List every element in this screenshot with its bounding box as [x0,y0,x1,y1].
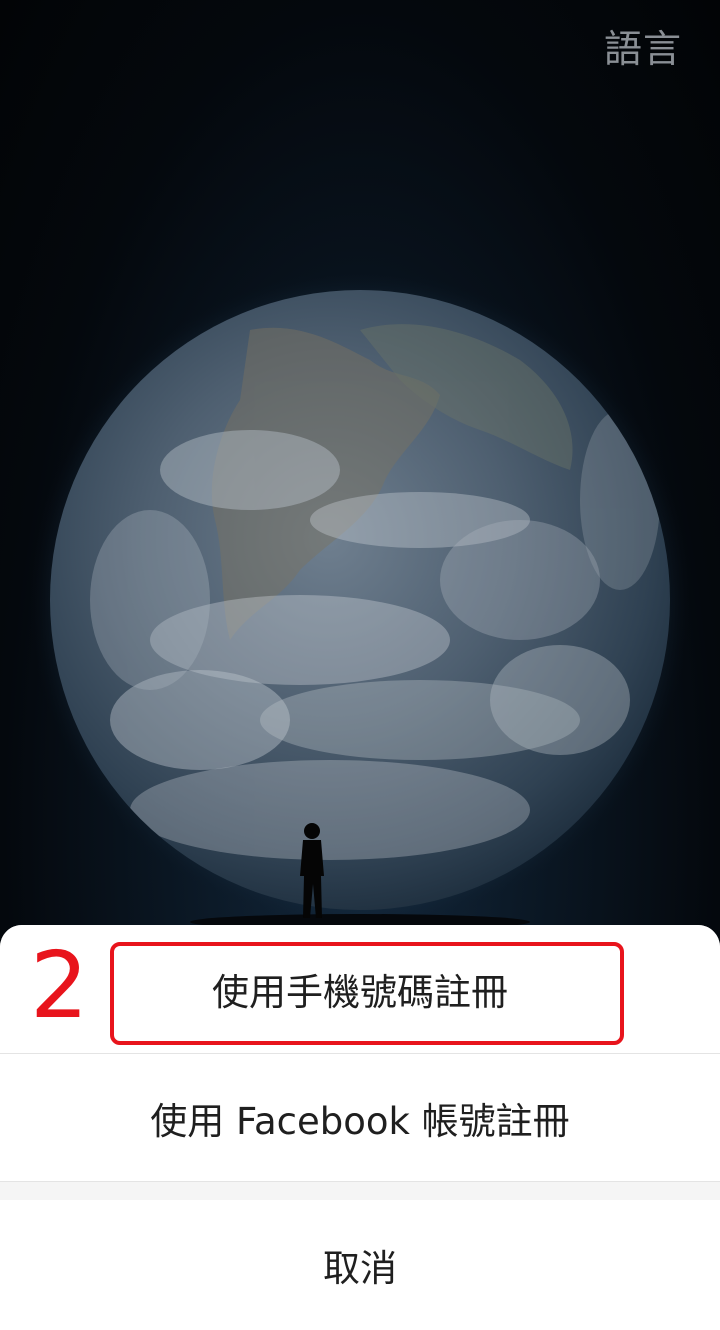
earth-illustration [30,270,690,930]
cancel-button[interactable]: 取消 [0,1200,720,1330]
action-sheet: 使用手機號碼註冊 使用 Facebook 帳號註冊 取消 [0,925,720,1330]
register-with-facebook-button[interactable]: 使用 Facebook 帳號註冊 [0,1054,720,1182]
language-button[interactable]: 語言 [604,18,682,73]
cancel-label: 取消 [323,1247,397,1290]
register-with-facebook-label: 使用 Facebook 帳號註冊 [150,1099,570,1143]
register-with-phone-button[interactable]: 使用手機號碼註冊 [0,925,720,1054]
step-number-annotation: 2 [30,932,89,1039]
app-screen: 語言 使用手機號碼註冊 使用 Facebook 帳號註冊 取消 2 [0,0,720,1330]
register-with-phone-label: 使用手機號碼註冊 [212,971,508,1014]
